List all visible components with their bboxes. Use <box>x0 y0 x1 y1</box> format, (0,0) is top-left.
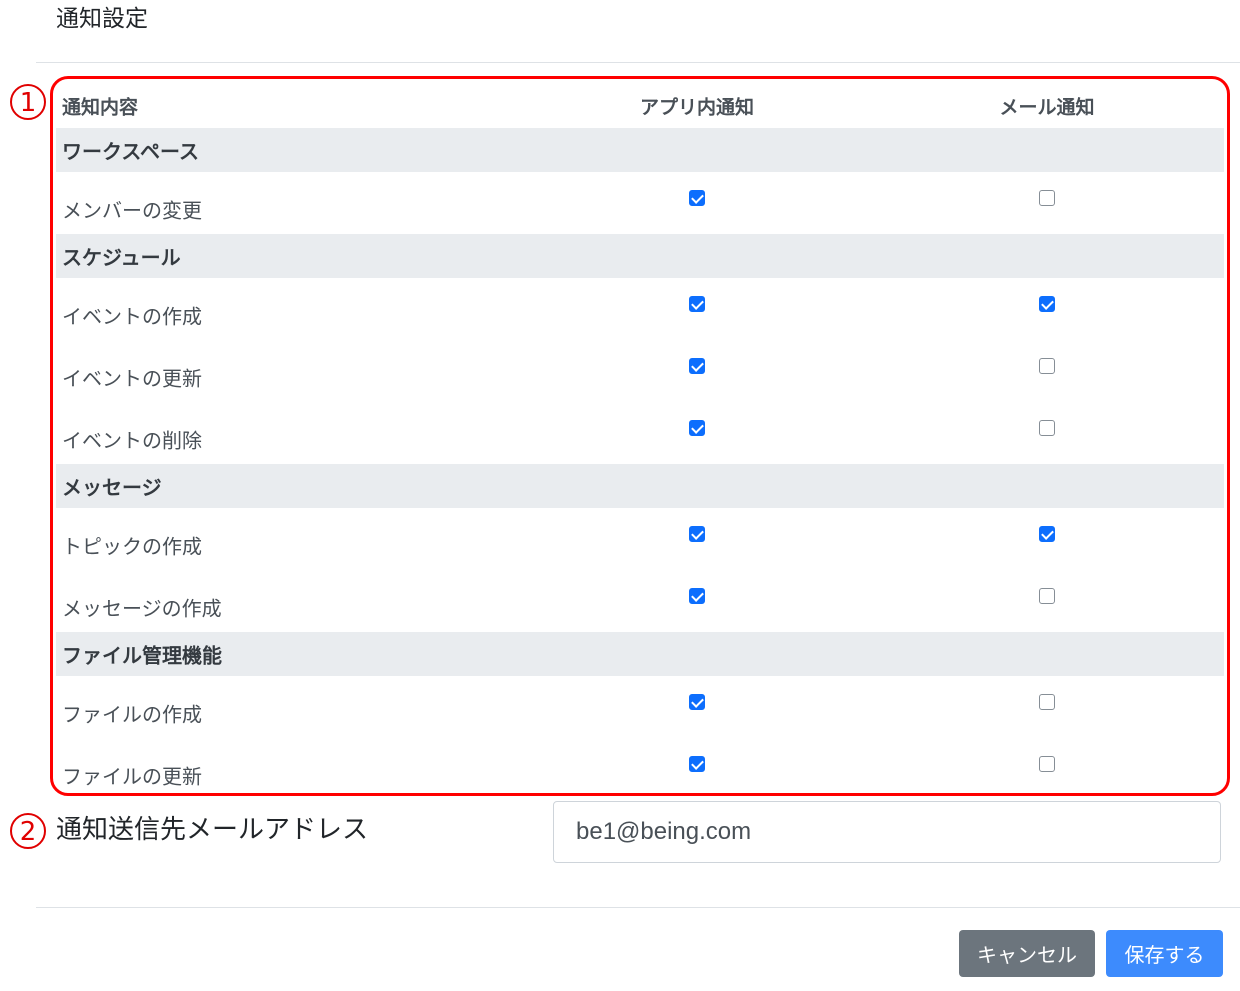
mail-notification-cell <box>1039 526 1055 543</box>
header-app-notification: アプリ内通知 <box>639 96 755 119</box>
cancel-button[interactable]: キャンセル <box>959 930 1095 977</box>
mail-notification-cell <box>1039 694 1055 711</box>
mail-notification-cell <box>1039 420 1055 437</box>
notification-item-label: イベントの削除 <box>62 428 202 453</box>
table-group-row: ワークスペース <box>56 128 1224 172</box>
table-group-row: スケジュール <box>56 234 1224 278</box>
table-row: イベントの削除 <box>56 402 1224 464</box>
app-notification-cell <box>689 296 705 313</box>
app-notification-checkbox[interactable] <box>689 694 705 711</box>
mail-notification-checkbox[interactable] <box>1039 588 1055 605</box>
table-header-row: 通知内容 アプリ内通知 メール通知 <box>56 80 1224 128</box>
header-mail-notification: メール通知 <box>999 96 1095 119</box>
app-notification-checkbox[interactable] <box>689 190 705 207</box>
save-button[interactable]: 保存する <box>1106 930 1223 977</box>
group-label: スケジュール <box>62 245 181 270</box>
table-row: ファイルの作成 <box>56 676 1224 738</box>
app-notification-cell <box>689 756 705 773</box>
table-row: メンバーの変更 <box>56 172 1224 234</box>
annotation-marker-2: 2 <box>10 813 46 849</box>
app-notification-checkbox[interactable] <box>689 588 705 605</box>
group-label: ワークスペース <box>62 139 199 164</box>
table-group-row: ファイル管理機能 <box>56 632 1224 676</box>
app-notification-checkbox[interactable] <box>689 420 705 437</box>
mail-notification-cell <box>1039 296 1055 313</box>
footer-divider <box>36 907 1240 908</box>
app-notification-checkbox[interactable] <box>689 296 705 313</box>
notification-item-label: トピックの作成 <box>62 534 202 559</box>
app-notification-checkbox[interactable] <box>689 358 705 375</box>
notification-item-label: イベントの作成 <box>62 304 202 329</box>
app-notification-cell <box>689 588 705 605</box>
notification-item-label: メッセージの作成 <box>62 596 222 621</box>
mail-notification-checkbox[interactable] <box>1039 526 1055 543</box>
group-label: メッセージ <box>62 475 162 500</box>
header-divider <box>36 62 1240 63</box>
mail-notification-checkbox[interactable] <box>1039 358 1055 375</box>
app-notification-cell <box>689 694 705 711</box>
mail-notification-checkbox[interactable] <box>1039 694 1055 711</box>
mail-notification-checkbox[interactable] <box>1039 420 1055 437</box>
header-notification-content: 通知内容 <box>62 96 139 119</box>
table-row: イベントの更新 <box>56 340 1224 402</box>
mail-notification-checkbox[interactable] <box>1039 190 1055 207</box>
notification-email-input[interactable] <box>553 801 1221 863</box>
mail-notification-checkbox[interactable] <box>1039 756 1055 773</box>
table-row: メッセージの作成 <box>56 570 1224 632</box>
app-notification-cell <box>689 420 705 437</box>
table-row: トピックの作成 <box>56 508 1224 570</box>
table-row: ファイルの更新 <box>56 738 1224 800</box>
notification-item-label: メンバーの変更 <box>62 198 202 223</box>
notification-item-label: ファイルの作成 <box>62 702 202 727</box>
notification-settings-table: 通知内容 アプリ内通知 メール通知 ワークスペース メンバーの変更 スケジュール イベ… <box>56 80 1224 800</box>
mail-notification-cell <box>1039 756 1055 773</box>
app-notification-cell <box>689 190 705 207</box>
mail-notification-cell <box>1039 190 1055 207</box>
annotation-marker-1: 1 <box>10 84 46 120</box>
table-row: イベントの作成 <box>56 278 1224 340</box>
app-notification-checkbox[interactable] <box>689 526 705 543</box>
mail-notification-checkbox[interactable] <box>1039 296 1055 313</box>
table-group-row: メッセージ <box>56 464 1224 508</box>
modal-title: 通知設定 <box>56 6 148 32</box>
app-notification-cell <box>689 358 705 375</box>
mail-notification-cell <box>1039 358 1055 375</box>
app-notification-checkbox[interactable] <box>689 756 705 773</box>
app-notification-cell <box>689 526 705 543</box>
mail-notification-cell <box>1039 588 1055 605</box>
group-label: ファイル管理機能 <box>62 643 222 668</box>
notification-item-label: イベントの更新 <box>62 366 202 391</box>
email-field-label: 通知送信先メールアドレス <box>56 815 369 845</box>
notification-item-label: ファイルの更新 <box>62 764 202 789</box>
